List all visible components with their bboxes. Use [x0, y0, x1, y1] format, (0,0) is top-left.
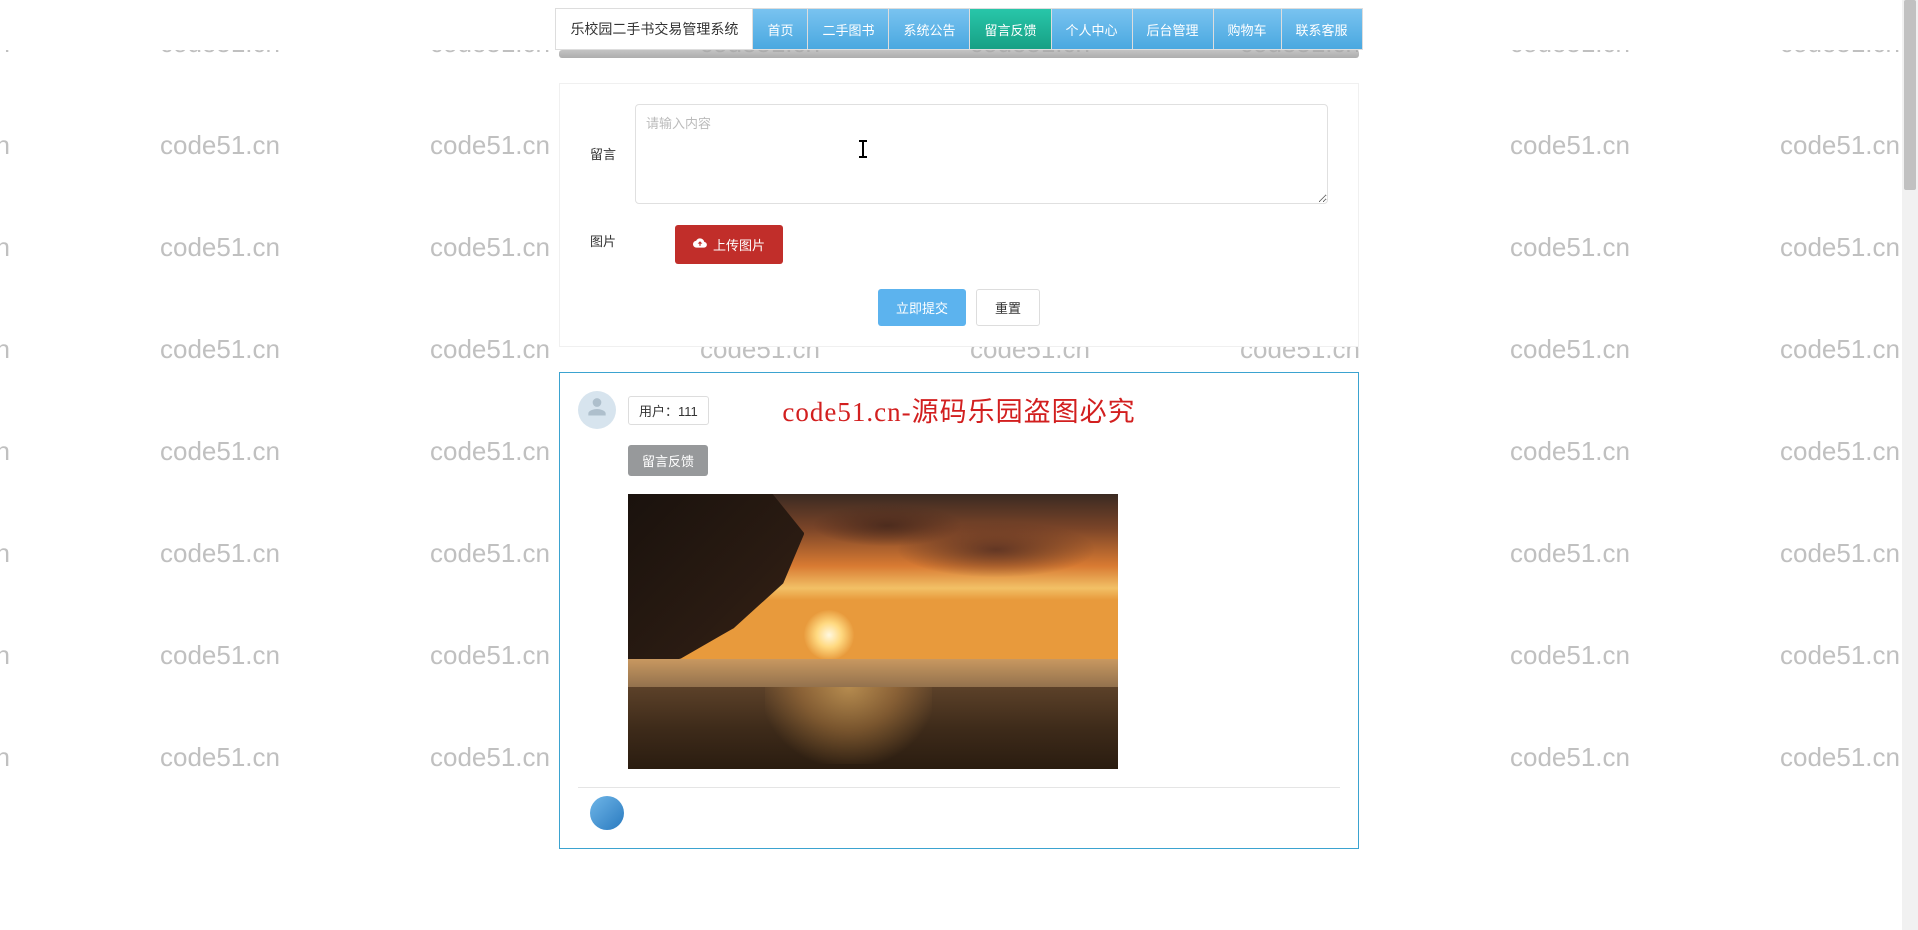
app-title: 乐校园二手书交易管理系统 [555, 8, 753, 50]
nav-button-2[interactable]: 系统公告 [889, 8, 970, 50]
image-label: 图片 [590, 225, 635, 250]
nav-button-1[interactable]: 二手图书 [808, 8, 889, 50]
user-icon [584, 396, 610, 425]
reset-button[interactable]: 重置 [976, 289, 1040, 326]
nav-container: 首页二手图书系统公告留言反馈个人中心后台管理购物车联系客服 [753, 8, 1362, 50]
nav-button-7[interactable]: 联系客服 [1282, 8, 1363, 50]
user-tag: 用户：111 [628, 396, 709, 425]
message-textarea[interactable] [635, 104, 1328, 204]
scrollbar-thumb[interactable] [1904, 0, 1916, 190]
reply-avatar [590, 796, 624, 830]
nav-button-3[interactable]: 留言反馈 [970, 8, 1051, 50]
nav-button-5[interactable]: 后台管理 [1133, 8, 1214, 50]
grey-divider-bar [559, 50, 1359, 58]
upload-image-button[interactable]: 上传图片 [675, 225, 783, 264]
feedback-form-panel: 留言 图片 上传图片 立即提交 重置 [559, 83, 1359, 347]
post-divider [578, 787, 1340, 788]
avatar [578, 391, 616, 429]
scrollbar-track[interactable] [1902, 0, 1918, 930]
message-label: 留言 [590, 104, 635, 163]
post-feedback-button[interactable]: 留言反馈 [628, 445, 708, 476]
submit-button[interactable]: 立即提交 [878, 289, 966, 326]
upload-image-label: 上传图片 [713, 235, 765, 254]
cloud-upload-icon [693, 236, 707, 253]
nav-button-4[interactable]: 个人中心 [1052, 8, 1133, 50]
nav-button-6[interactable]: 购物车 [1214, 8, 1282, 50]
reply-row [590, 796, 1340, 830]
post-panel: 用户：111 留言反馈 [559, 372, 1359, 849]
nav-button-0[interactable]: 首页 [753, 8, 808, 50]
post-image [628, 494, 1118, 769]
top-bar: 乐校园二手书交易管理系统 首页二手图书系统公告留言反馈个人中心后台管理购物车联系… [0, 0, 1918, 50]
